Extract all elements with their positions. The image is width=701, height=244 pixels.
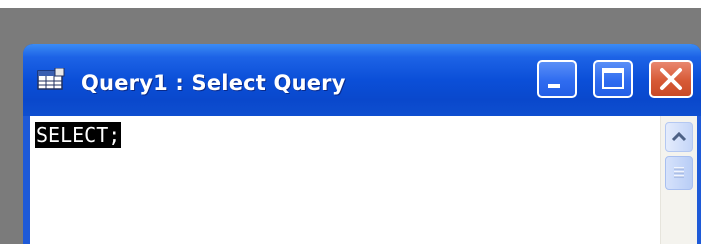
- minimize-button[interactable]: [537, 60, 577, 98]
- vertical-scrollbar[interactable]: [660, 116, 697, 244]
- maximize-button[interactable]: [593, 60, 633, 98]
- scroll-thumb[interactable]: [665, 156, 693, 190]
- query-datasheet-icon[interactable]: [37, 67, 65, 92]
- top-white-strip: [0, 0, 701, 8]
- title-bar[interactable]: Query1 : Select Query: [23, 44, 701, 116]
- scroll-up-button[interactable]: [665, 122, 693, 152]
- query-window: Query1 : Select Query SELECT;: [23, 44, 701, 244]
- screen: Query1 : Select Query SELECT;: [0, 0, 701, 244]
- close-button[interactable]: [649, 60, 693, 98]
- sql-view: SELECT;: [30, 116, 697, 244]
- window-title: Query1 : Select Query: [81, 71, 346, 95]
- sql-text-selected[interactable]: SELECT;: [35, 122, 122, 148]
- sql-editor[interactable]: SELECT;: [30, 116, 660, 244]
